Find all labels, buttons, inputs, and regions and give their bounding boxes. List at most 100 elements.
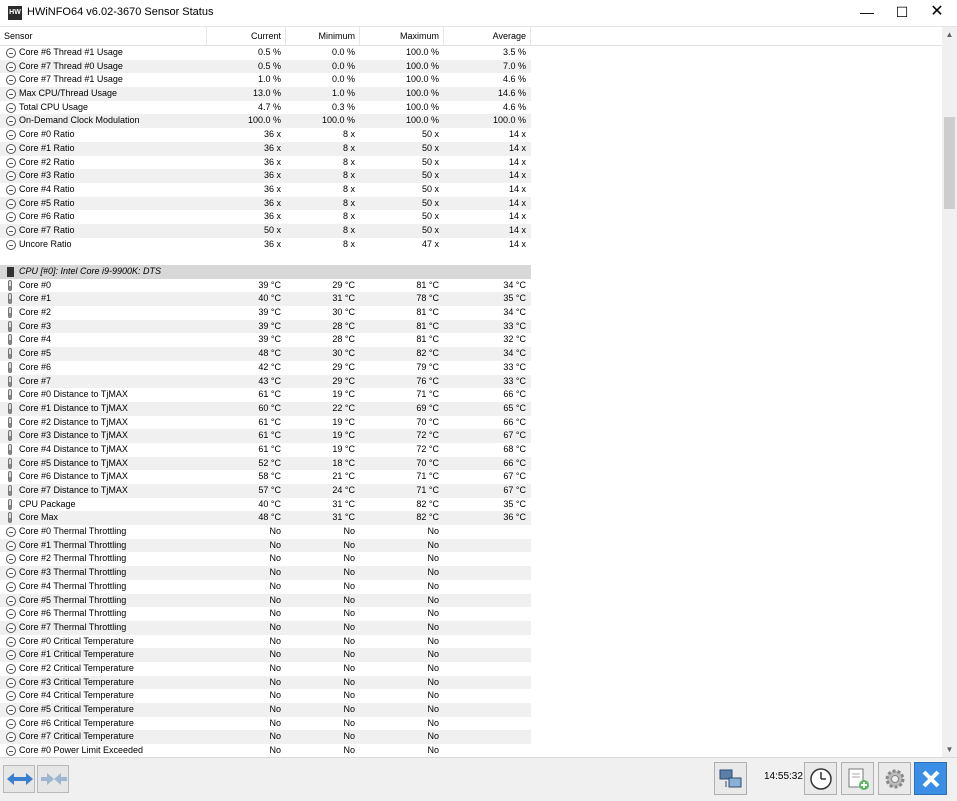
table-row[interactable]: Core #1 Thermal Throttling No No No [0,538,531,553]
table-row[interactable]: Core #5 48 °C 30 °C 82 °C 34 °C [0,347,531,361]
table-row[interactable]: Core #3 Critical Temperature No No No [0,675,531,690]
vertical-scrollbar[interactable]: ▲ ▼ [942,27,957,757]
network-button[interactable] [714,762,747,795]
average-value: 33 °C [503,361,526,372]
current-value: 52 °C [258,457,281,468]
minimum-value: 0.0 % [331,74,355,85]
table-row[interactable]: Max CPU/Thread Usage 13.0 % 1.0 % 100.0 % 14… [0,87,531,101]
table-row[interactable]: On-Demand Clock Modulation 100.0 % 100.0 %… [0,114,531,129]
timer-button[interactable] [804,762,837,795]
average-value: 33 °C [503,375,526,386]
column-header-sensor[interactable]: Sensor [0,27,207,45]
table-row[interactable]: Core #5 Critical Temperature No No No [0,703,531,717]
table-row[interactable]: Core #3 Ratio 36 x 8 x 50 x 14 x [0,169,531,183]
column-header-maximum[interactable]: Maximum [360,27,444,45]
minimum-value: 29 °C [332,279,355,290]
table-row[interactable]: Core Max 48 °C 31 °C 82 °C 36 °C [0,511,531,526]
table-row[interactable]: Core #3 39 °C 28 °C 81 °C 33 °C [0,319,531,334]
table-row[interactable]: Core #6 Ratio 36 x 8 x 50 x 14 x [0,210,531,224]
table-row[interactable]: Core #7 Ratio 50 x 8 x 50 x 14 x [0,223,531,238]
table-row[interactable]: Core #5 Distance to TjMAX 52 °C 18 °C 70 °C… [0,456,531,471]
table-row[interactable]: Core #6 42 °C 29 °C 79 °C 33 °C [0,361,531,375]
table-row[interactable]: Core #0 Power Limit Exceeded No No No [0,744,531,757]
minimum-value: 0.0 % [331,60,355,71]
table-row[interactable]: Core #0 Critical Temperature No No No [0,635,531,649]
maximum-value: 76 °C [416,375,439,386]
table-row[interactable]: Core #0 Distance to TjMAX 61 °C 19 °C 71 °C… [0,388,531,402]
scroll-up-arrow-icon[interactable]: ▲ [942,27,957,42]
add-report-icon [848,768,869,790]
minimum-value: 30 °C [332,348,355,359]
sensor-name: Core #2 Ratio [19,156,75,167]
settings-button[interactable] [878,762,911,795]
close-sensors-button[interactable] [914,762,947,795]
average-value: 14 x [508,238,526,249]
table-row[interactable]: Total CPU Usage 4.7 % 0.3 % 100.0 % 4.6 % [0,101,531,115]
sensor-name: Core #7 Distance to TjMAX [19,485,128,495]
column-header-average[interactable]: Average [444,27,531,45]
table-row[interactable]: Core #3 Distance to TjMAX 61 °C 19 °C 72 °C… [0,429,531,443]
table-row[interactable]: Core #7 Thread #1 Usage 1.0 % 0.0 % 100.0 %… [0,73,531,87]
scrollbar-thumb[interactable] [944,117,955,209]
table-row[interactable]: Core #0 39 °C 29 °C 81 °C 34 °C [0,279,531,293]
table-row[interactable]: Core #3 Thermal Throttling No No No [0,566,531,580]
table-row[interactable]: Core #1 Ratio 36 x 8 x 50 x 14 x [0,141,531,156]
table-row[interactable]: Core #4 Thermal Throttling No No No [0,580,531,594]
table-row[interactable]: Uncore Ratio 36 x 8 x 47 x 14 x [0,238,531,252]
minimum-value: 8 x [342,183,355,194]
sensor-name: On-Demand Clock Modulation [19,115,140,126]
sensor-name: Core #0 Thermal Throttling [19,526,127,537]
table-row[interactable]: Core #6 Distance to TjMAX 58 °C 21 °C 71 °C… [0,470,531,484]
current-value: No [269,717,281,728]
hwinfo-app-icon[interactable]: HW [8,6,22,20]
minimum-value: 19 °C [332,430,355,441]
table-row[interactable]: Core #1 Critical Temperature No No No [0,648,531,662]
close-window-button[interactable]: ✕ [921,0,953,26]
table-row[interactable]: Core #7 Thermal Throttling No No No [0,620,531,635]
table-row[interactable]: Core #0 Ratio 36 x 8 x 50 x 14 x [0,128,531,142]
table-row[interactable]: CPU Package 40 °C 31 °C 82 °C 35 °C [0,498,531,512]
maximum-value: 72 °C [416,430,439,441]
table-row[interactable]: Core #4 Critical Temperature No No No [0,689,531,703]
table-row[interactable]: Core #6 Thermal Throttling No No No [0,607,531,621]
current-value: No [269,745,281,756]
table-row[interactable]: Core #5 Thermal Throttling No No No [0,593,531,608]
sensor-name: Core #0 [19,279,52,290]
average-value [444,703,531,717]
table-row[interactable]: Core #7 Distance to TjMAX 57 °C 24 °C 71 °C… [0,484,531,498]
table-row[interactable]: Core #0 Thermal Throttling No No No [0,525,531,539]
average-value: 66 °C [503,389,526,400]
navigate-disabled-button[interactable] [37,765,69,793]
minimum-value: 30 °C [332,307,355,318]
sensor-name: Core #6 Ratio [19,211,75,222]
scroll-down-arrow-icon[interactable]: ▼ [942,742,957,757]
table-row[interactable]: Core #2 39 °C 30 °C 81 °C 34 °C [0,306,531,320]
table-row[interactable]: Core #6 Critical Temperature No No No [0,717,531,731]
maximum-value: No [427,717,439,728]
table-row[interactable]: Core #7 Thread #0 Usage 0.5 % 0.0 % 100.0 %… [0,59,531,74]
table-row[interactable]: Core #1 Distance to TjMAX 60 °C 22 °C 69 °C… [0,401,531,416]
table-row[interactable]: Core #7 Critical Temperature No No No [0,730,531,745]
minimum-value: 28 °C [332,320,355,331]
table-row[interactable]: Core #6 Thread #1 Usage 0.5 % 0.0 % 100.0 %… [0,46,531,60]
column-header-minimum[interactable]: Minimum [286,27,360,45]
table-row[interactable]: Core #2 Distance to TjMAX 61 °C 19 °C 70 °C… [0,416,531,430]
table-row[interactable]: Core #2 Critical Temperature No No No [0,662,531,676]
minimum-value: 8 x [342,170,355,181]
column-header-current[interactable]: Current [207,27,286,45]
table-row[interactable]: Core #4 Ratio 36 x 8 x 50 x 14 x [0,183,531,197]
table-row[interactable]: Core #7 43 °C 29 °C 76 °C 33 °C [0,374,531,389]
maximize-button[interactable]: ☐ [886,0,918,26]
table-row[interactable]: Core #5 Ratio 36 x 8 x 50 x 14 x [0,196,531,211]
navigate-left-right-button[interactable] [3,765,35,793]
table-row[interactable]: Core #1 40 °C 31 °C 78 °C 35 °C [0,292,531,307]
minimize-button[interactable]: — [851,0,883,26]
table-row[interactable]: Core #4 Distance to TjMAX 61 °C 19 °C 72 °C… [0,443,531,457]
table-row[interactable]: Core #2 Ratio 36 x 8 x 50 x 14 x [0,156,531,170]
minimum-value: No [343,704,355,714]
sensor-group-header[interactable]: CPU [#0]: Intel Core i9-9900K: DTS [0,265,531,279]
report-button[interactable] [841,762,874,795]
table-row[interactable]: Core #4 39 °C 28 °C 81 °C 32 °C [0,333,531,347]
table-row[interactable]: Core #2 Thermal Throttling No No No [0,552,531,566]
maximum-value: No [427,526,439,537]
